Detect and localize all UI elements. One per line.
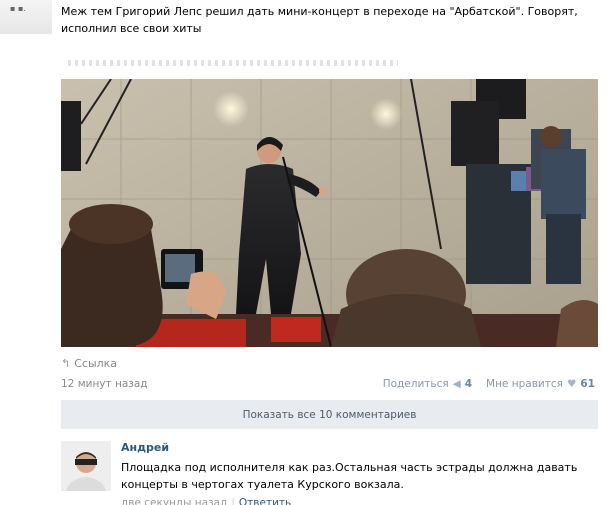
post-time[interactable]: 12 минут назад <box>61 378 383 390</box>
like-count: 61 <box>580 378 595 390</box>
concert-photo-illustration <box>61 79 598 347</box>
share-button[interactable]: Поделиться ◀ 4 <box>383 378 472 390</box>
post-meta-row: 12 минут назад Поделиться ◀ 4 Мне нравит… <box>61 376 595 392</box>
comment-author-name[interactable]: Андрей <box>121 441 169 454</box>
post-source-link[interactable]: ↰ Ссылка <box>61 355 117 371</box>
avatar-placeholder: ▪ ▪. <box>10 4 26 13</box>
post-photo[interactable] <box>61 79 598 347</box>
post-author-avatar[interactable]: ▪ ▪. <box>0 0 52 34</box>
megaphone-icon: ◀ <box>452 378 461 390</box>
comment-item: Андрей Площадка под исполнителя как раз.… <box>61 437 598 505</box>
separator: | <box>231 497 235 505</box>
link-arrow-icon: ↰ <box>61 356 71 370</box>
like-label: Мне нравится <box>486 378 563 390</box>
comment-author-avatar[interactable] <box>61 441 111 491</box>
reply-button[interactable]: Ответить <box>239 497 291 505</box>
comment-text: Площадка под исполнителя как раз.Остальн… <box>121 461 578 491</box>
heart-icon: ♥ <box>566 378 577 390</box>
share-label: Поделиться <box>382 378 449 390</box>
comment-time[interactable]: две секунды назад <box>121 497 227 505</box>
like-button[interactable]: Мне нравится ♥ 61 <box>486 378 595 390</box>
post-text: Меж тем Григорий Лепс решил дать мини-ко… <box>61 5 578 35</box>
cropped-text-line <box>68 60 398 66</box>
person-photo-icon <box>61 441 111 491</box>
share-count: 4 <box>464 378 473 390</box>
comment-meta: две секунды назад | Ответить <box>121 497 291 505</box>
show-all-comments-button[interactable]: Показать все 10 комментариев <box>61 400 598 429</box>
link-label: Ссылка <box>74 356 118 370</box>
